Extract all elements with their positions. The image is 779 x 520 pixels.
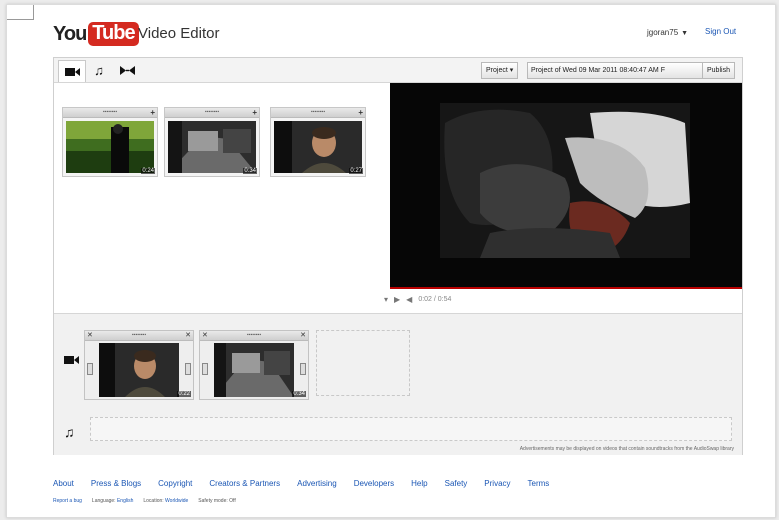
location-value: Worldwide [165,498,189,504]
video-camera-icon [64,67,80,76]
app-title: Video Editor [138,25,220,42]
player-controls: ▾ ▶ ◀ 0:02 / 0:54 [384,295,451,304]
library-clip[interactable]: ▪▪▪▪▪▪▪▪ + 0:34 [164,107,260,177]
footer-link-developers[interactable]: Developers [354,479,394,488]
clip-duration: 0:34 [243,168,257,174]
audio-track[interactable] [90,417,732,441]
music-note-icon: ♫ [64,424,75,440]
clip-duration: 0:27 [349,168,363,174]
clip-thumbnail [274,121,362,173]
play-icon[interactable]: ▶ [394,295,400,304]
clip-thumbnail [214,343,294,397]
drag-grip-icon[interactable]: ▪▪▪▪▪▪▪▪ [271,108,365,117]
footer-link-copyright[interactable]: Copyright [158,479,192,488]
username: jgoran75 [647,28,679,37]
clip-thumbnail [99,343,179,397]
project-name-field[interactable]: Project of Wed 09 Mar 2011 08:40:47 AM F [527,62,703,79]
page: You Tube Video Editor jgoran75 ▼ Sign Out… [6,4,776,518]
trim-handle-right[interactable] [300,363,306,375]
clip-header: ✕ ▪▪▪▪▪▪▪▪ ✕ [85,331,193,341]
location-setting[interactable]: Location: Worldwide [143,498,188,504]
close-icon[interactable]: ✕ [185,331,191,340]
editor-tabbar: ♫ Project ▾ Project of Wed 09 Mar 2011 0… [54,58,742,83]
transition-icon [119,65,135,75]
library-clip[interactable]: ▪▪▪▪▪▪▪▪ + 0:24 [62,107,158,177]
clip-thumbnail [168,121,256,173]
youtube-logo[interactable]: You Tube [53,22,139,46]
footer-link-privacy[interactable]: Privacy [484,479,510,488]
timeline-clip[interactable]: ✕ ▪▪▪▪▪▪▪▪ ✕ 0:34 [199,330,309,400]
clip-header: ▪▪▪▪▪▪▪▪ + [271,108,365,118]
editor-panel: ♫ Project ▾ Project of Wed 09 Mar 2011 0… [53,57,743,455]
user-menu[interactable]: jgoran75 ▼ [647,28,688,37]
clip-header: ✕ ▪▪▪▪▪▪▪▪ ✕ [200,331,308,341]
language-setting[interactable]: Language: English [92,498,133,504]
trim-handle-left[interactable] [202,363,208,375]
clip-thumbnail [66,121,154,173]
tab-audio[interactable]: ♫ [86,60,112,80]
add-clip-button[interactable]: + [252,108,257,117]
drag-grip-icon[interactable]: ▪▪▪▪▪▪▪▪ [165,108,259,117]
footer-link-help[interactable]: Help [411,479,427,488]
footer-link-creators[interactable]: Creators & Partners [209,479,280,488]
audioswap-notice: Advertisements may be displayed on video… [519,446,734,452]
clip-library: ▪▪▪▪▪▪▪▪ + 0:24 ▪▪▪▪▪▪▪▪ + 0:34 ▪▪▪▪▪▪▪▪… [54,83,387,282]
location-label: Location: [143,498,164,504]
trim-handle-left[interactable] [87,363,93,375]
drag-grip-icon[interactable]: ▪▪▪▪▪▪▪▪ [200,331,308,340]
playback-progress-bar[interactable] [390,287,742,289]
drag-grip-icon[interactable]: ▪▪▪▪▪▪▪▪ [85,331,193,340]
video-track-icon [64,356,79,364]
trim-handle-right[interactable] [185,363,191,375]
clip-duration: 0:22 [177,391,191,397]
add-clip-button[interactable]: + [150,108,155,117]
library-clip[interactable]: ▪▪▪▪▪▪▪▪ + 0:27 [270,107,366,177]
project-menu-button[interactable]: Project ▾ [481,62,519,79]
publish-button[interactable]: Publish [702,62,735,79]
safety-label: Safety mode: [198,498,228,504]
video-frame [390,83,742,288]
safety-setting[interactable]: Safety mode: Off [198,498,235,504]
time-readout: 0:02 / 0:54 [418,296,452,303]
volume-icon[interactable]: ◀ [406,295,412,304]
close-icon[interactable]: ✕ [300,331,306,340]
report-bug-link[interactable]: Report a bug [53,498,82,504]
footer-link-press[interactable]: Press & Blogs [91,479,141,488]
logo-tube: Tube [88,22,139,46]
timeline-clip[interactable]: ✕ ▪▪▪▪▪▪▪▪ ✕ 0:22 [84,330,194,400]
logo-you: You [53,22,87,45]
tab-transitions[interactable] [114,60,140,80]
safety-value: Off [229,498,236,504]
clip-header: ▪▪▪▪▪▪▪▪ + [63,108,157,118]
music-note-icon: ♫ [94,62,104,78]
menu-icon[interactable]: ▾ [384,295,388,304]
video-preview[interactable] [390,83,742,288]
footer-link-safety[interactable]: Safety [445,479,468,488]
clip-drop-zone[interactable] [316,330,410,396]
footer-link-terms[interactable]: Terms [528,479,550,488]
clip-duration: 0:24 [141,168,155,174]
tab-video[interactable] [58,60,86,82]
language-value: English [116,498,134,504]
language-label: Language: [91,498,116,504]
corner-mark [7,5,34,20]
chevron-down-icon: ▼ [681,30,689,37]
add-clip-button[interactable]: + [358,108,363,117]
clip-duration: 0:34 [292,391,306,397]
drag-grip-icon[interactable]: ▪▪▪▪▪▪▪▪ [63,108,157,117]
footer-link-advertising[interactable]: Advertising [297,479,337,488]
footer-links: About Press & Blogs Copyright Creators &… [53,479,566,488]
timeline: ✕ ▪▪▪▪▪▪▪▪ ✕ 0:22 ✕ ▪▪▪▪▪▪▪▪ ✕ 0:34 ♫ Ad… [54,313,742,455]
footer-link-about[interactable]: About [53,479,74,488]
clip-header: ▪▪▪▪▪▪▪▪ + [165,108,259,118]
footer-meta: Report a bug Language: English Location:… [53,498,236,504]
sign-out-link[interactable]: Sign Out [705,27,736,36]
